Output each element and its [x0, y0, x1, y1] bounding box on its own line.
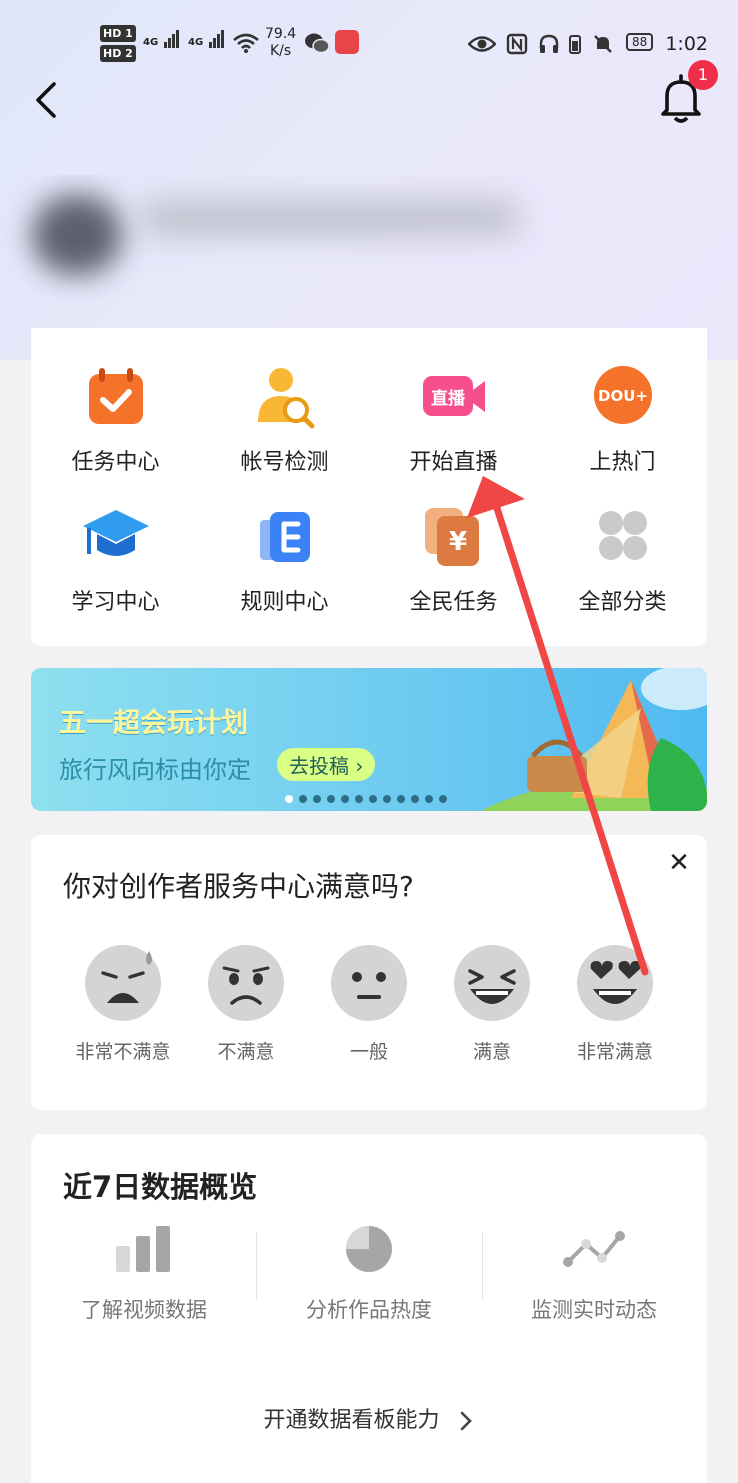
grid-item-label: 规则中心 [240, 590, 329, 615]
grid-item-label: 全民任务 [409, 590, 498, 615]
chevron-right-icon [460, 1411, 472, 1431]
rating-very-unsatisfied[interactable]: 非常不满意 [63, 943, 183, 1064]
grid-item-label: 上热门 [589, 450, 656, 475]
rating-neutral[interactable]: 一般 [309, 943, 429, 1064]
grid-item-public-tasks[interactable]: ¥ 全民任务 [369, 504, 538, 616]
rating-label: 满意 [472, 1041, 511, 1063]
grid-item-label: 开始直播 [409, 450, 498, 475]
live-icon-text: 直播 [431, 388, 466, 409]
notification-badge: 1 [688, 60, 718, 90]
graduation-cap-icon [82, 510, 149, 556]
overview-item-label: 分析作品热度 [306, 1298, 432, 1322]
overview-title: 近7日数据概览 [63, 1170, 258, 1204]
line-trend-icon [563, 1231, 625, 1267]
grid-item-task-center[interactable]: 任务中心 [31, 364, 200, 476]
open-data-dashboard-link[interactable]: 开通数据看板能力 [31, 1402, 707, 1434]
rating-label: 不满意 [217, 1041, 275, 1063]
wifi-icon [233, 33, 259, 53]
wechat-icon [305, 33, 330, 54]
sad-face-icon [208, 945, 284, 1021]
grid-item-all-categories[interactable]: 全部分类 [538, 504, 707, 616]
rating-very-satisfied[interactable]: 非常满意 [555, 943, 675, 1064]
app-notification-icon [335, 30, 359, 54]
satisfaction-survey-card: 你对创作者服务中心满意吗? ✕ 非常不满意 不满意 一般 满意 非常满意 [31, 835, 707, 1110]
signal-icon-1: 4G [143, 30, 180, 48]
signal-2-label: 4G [188, 37, 204, 48]
network-speed: 79.4 K/s [265, 26, 296, 60]
overview-item-label: 监测实时动态 [531, 1298, 657, 1322]
hd1-label: HD 1 [100, 25, 136, 42]
avatar [32, 195, 122, 275]
overview-item-label: 了解视频数据 [81, 1298, 207, 1322]
rating-label: 非常满意 [576, 1041, 653, 1063]
status-right: 88 1:02 [467, 32, 708, 55]
profile-name-blurred [140, 203, 520, 233]
overview-video-data[interactable]: 了解视频数据 [31, 1224, 257, 1324]
live-camera-icon: 直播 [422, 376, 485, 416]
dou-icon-text: DOU+ [598, 387, 648, 405]
grid-item-dou-plus[interactable]: DOU+ 上热门 [538, 364, 707, 476]
rating-label: 非常不满意 [75, 1041, 171, 1063]
speed-value: 79.4 [265, 26, 297, 42]
heart-eyes-face-icon [577, 945, 653, 1021]
promo-banner[interactable]: 五一超会玩计划 旅行风向标由你定 去投稿 › [31, 668, 707, 811]
battery-icon: 88 [626, 32, 654, 51]
hd-indicators: HD 1 HD 2 [100, 25, 136, 65]
laughing-face-icon [454, 945, 530, 1021]
nfc-icon [506, 33, 528, 54]
grid-item-label: 任务中心 [71, 450, 160, 475]
survey-title: 你对创作者服务中心满意吗? [63, 870, 414, 903]
grid-item-rules-center[interactable]: 规则中心 [200, 504, 369, 616]
overview-content-heat[interactable]: 分析作品热度 [256, 1224, 482, 1324]
banner-subtitle: 旅行风向标由你定 [59, 756, 251, 784]
signal-icon-2: 4G [188, 30, 225, 48]
hd2-label: HD 2 [100, 45, 136, 62]
submit-entry-button[interactable]: 去投稿 › [277, 748, 376, 781]
grid-item-start-live[interactable]: 直播 开始直播 [369, 364, 538, 476]
mute-bell-icon [594, 34, 612, 53]
calendar-check-icon [88, 368, 143, 424]
dou-plus-icon: DOU+ [593, 366, 652, 424]
close-icon[interactable]: ✕ [667, 850, 691, 876]
back-button[interactable] [28, 78, 68, 122]
rating-satisfied[interactable]: 满意 [432, 943, 552, 1064]
rating-label: 一般 [349, 1041, 388, 1063]
banner-title: 五一超会玩计划 [59, 708, 248, 739]
data-overview-card: 近7日数据概览 了解视频数据 分析作品热度 监测实时动态 开通数据看板能力 [31, 1134, 707, 1483]
profile-area-blurred[interactable] [0, 175, 738, 305]
clock: 1:02 [665, 32, 708, 55]
pie-chart-icon [346, 1226, 392, 1272]
carousel-dots[interactable] [285, 788, 453, 807]
four-dots-grid-icon [598, 511, 647, 560]
banner-illustration [481, 668, 707, 811]
feature-grid-card: 任务中心 帐号检测 直播 开始直播 DOU+ 上热门 学习中心 规则中心 ¥ 全… [31, 328, 707, 646]
rules-book-icon [259, 512, 310, 562]
svg-text:¥: ¥ [448, 527, 466, 557]
eye-icon [467, 35, 497, 52]
rating-unsatisfied[interactable]: 不满意 [186, 943, 306, 1064]
headphones-icon [539, 34, 559, 53]
status-bar: HD 1 HD 2 4G 4G 79.4 K/s 88 1:02 [0, 22, 738, 72]
grid-item-account-check[interactable]: 帐号检测 [200, 364, 369, 476]
grid-item-label: 帐号检测 [240, 450, 329, 475]
grid-item-label: 全部分类 [578, 590, 667, 615]
crying-face-icon [85, 945, 161, 1021]
yuan-card-icon: ¥ [424, 508, 479, 566]
neutral-face-icon [331, 945, 407, 1021]
grid-item-label: 学习中心 [71, 590, 160, 615]
user-search-icon [257, 368, 314, 429]
grid-item-learning-center[interactable]: 学习中心 [31, 504, 200, 616]
signal-1-label: 4G [143, 37, 159, 48]
bar-chart-icon [116, 1226, 170, 1272]
earbud-battery-icon [568, 34, 581, 54]
speed-unit: K/s [269, 43, 292, 59]
overview-realtime-monitor[interactable]: 监测实时动态 [481, 1224, 707, 1324]
open-dashboard-label: 开通数据看板能力 [263, 1408, 440, 1433]
